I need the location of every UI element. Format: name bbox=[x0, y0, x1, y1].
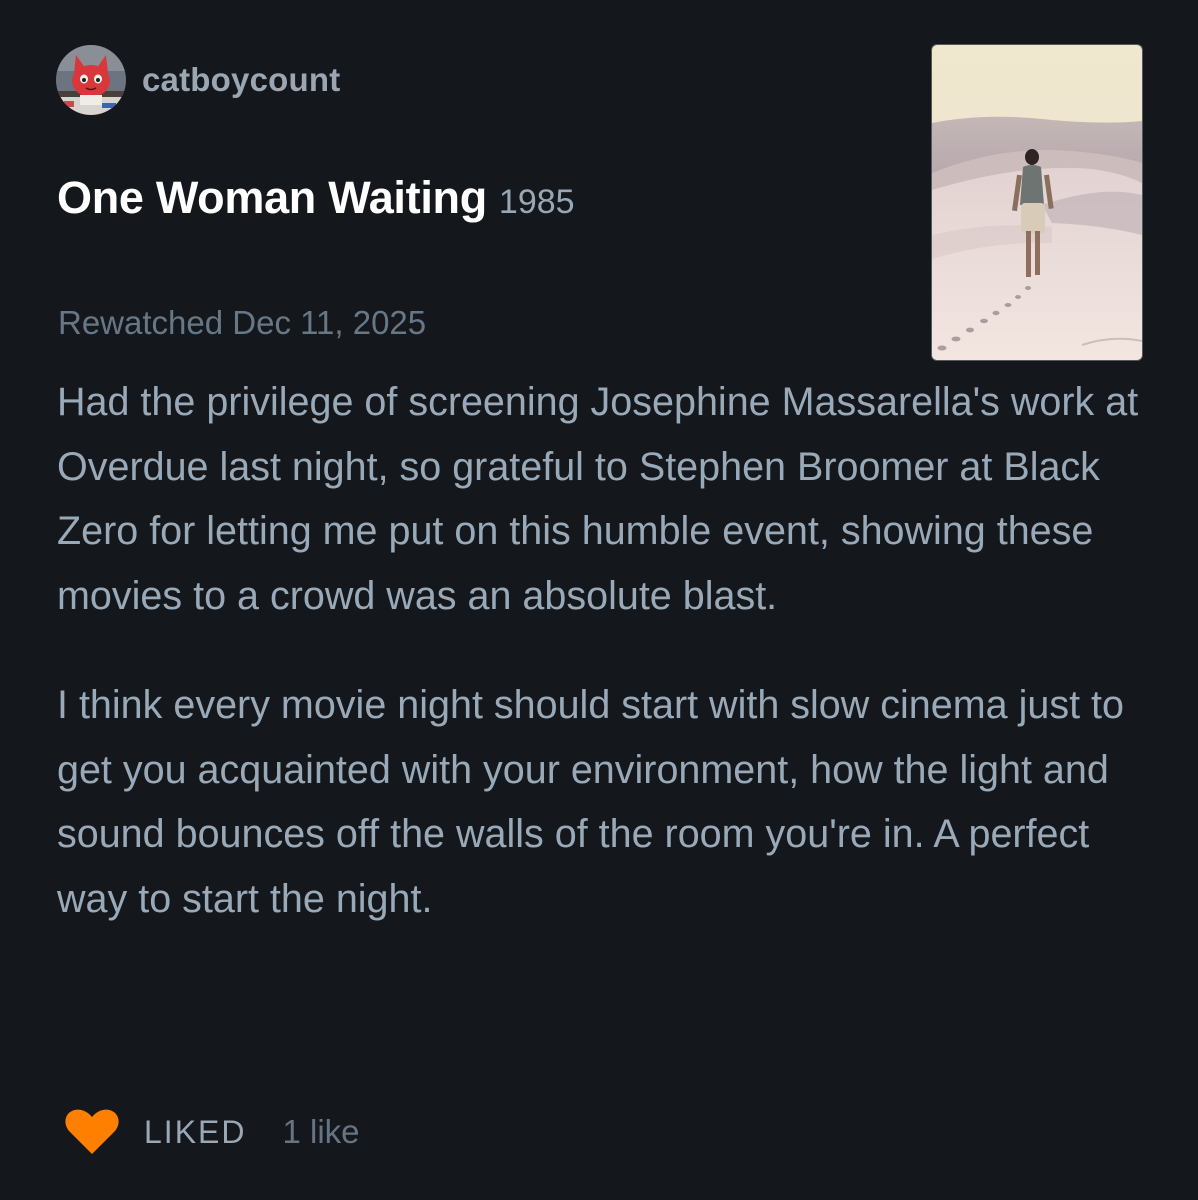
film-poster[interactable] bbox=[932, 45, 1142, 360]
film-heading: One Woman Waiting 1985 bbox=[57, 172, 575, 224]
film-year[interactable]: 1985 bbox=[499, 183, 575, 222]
watch-status[interactable]: Rewatched Dec 11, 2025 bbox=[58, 304, 426, 342]
review-paragraph: Had the privilege of screening Josephine… bbox=[57, 380, 1139, 618]
review-paragraph: I think every movie night should start w… bbox=[57, 683, 1124, 921]
review-card: catboycount One Woman Waiting 1985 Rewat… bbox=[0, 0, 1198, 1200]
review-author[interactable]: catboycount bbox=[56, 44, 340, 116]
username[interactable]: catboycount bbox=[142, 61, 340, 99]
heart-icon[interactable] bbox=[64, 1108, 120, 1156]
like-count[interactable]: 1 like bbox=[282, 1113, 359, 1151]
review-body: Had the privilege of screening Josephine… bbox=[57, 370, 1142, 976]
like-actions: LIKED 1 like bbox=[64, 1104, 360, 1160]
avatar[interactable] bbox=[56, 45, 126, 115]
film-title[interactable]: One Woman Waiting bbox=[57, 172, 487, 224]
liked-label[interactable]: LIKED bbox=[144, 1114, 246, 1151]
